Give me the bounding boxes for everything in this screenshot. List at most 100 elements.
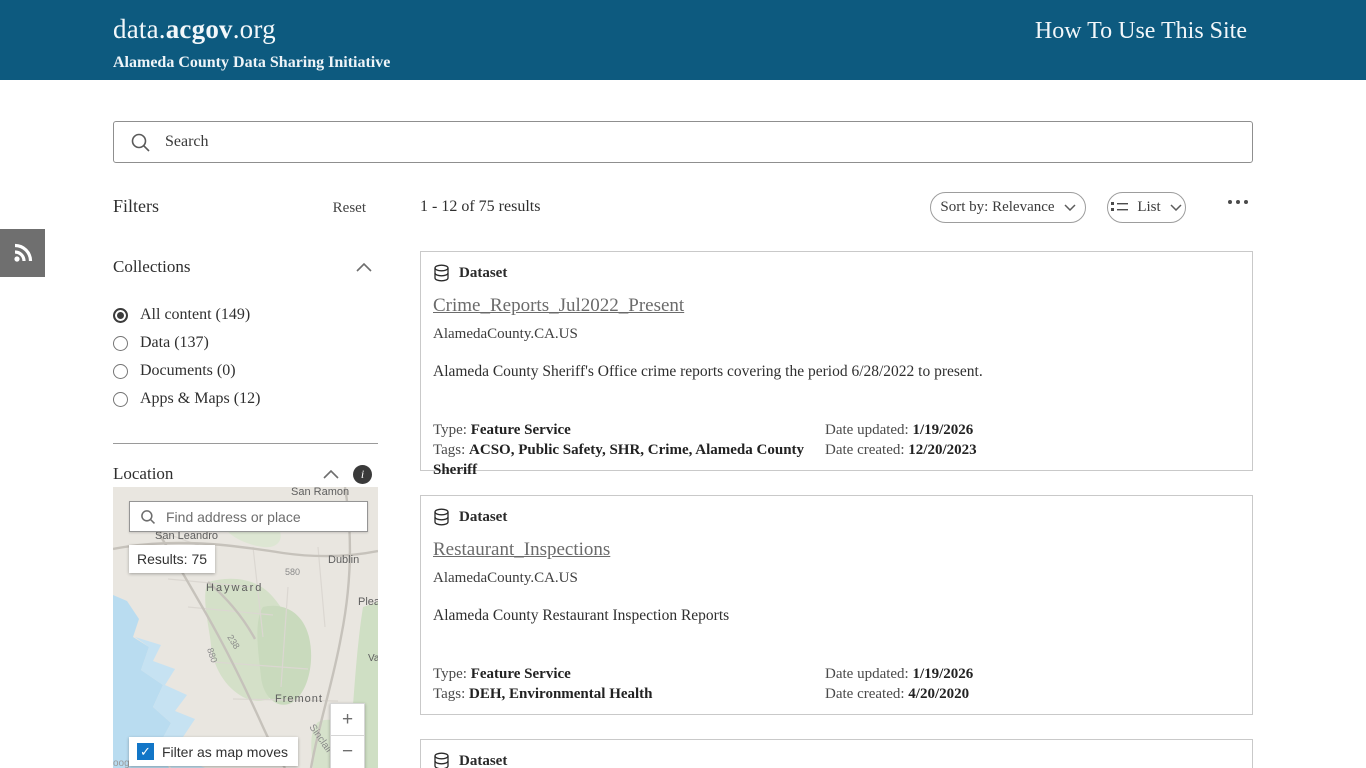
meta-created-key: Date created: [825, 442, 905, 458]
result-title-link[interactable]: Crime_Reports_Jul2022_Present [433, 295, 684, 317]
site-subtitle: Alameda County Data Sharing Initiative [113, 54, 390, 72]
map-label-pleasanton: Plea [358, 596, 378, 608]
radio-label: Data (137) [140, 334, 209, 352]
site-title-post: .org [233, 14, 276, 44]
reset-filters-link[interactable]: Reset [333, 200, 366, 217]
meta-updated-key: Date updated: [825, 666, 909, 682]
list-view-icon [1111, 201, 1128, 215]
map-label-san-ramon: San Ramon [291, 487, 349, 498]
search-bar [113, 121, 1253, 163]
result-title-link[interactable]: Restaurant_Inspections [433, 539, 610, 561]
result-card: Dataset Crime_Reports_Jul2022_Present Al… [420, 251, 1253, 471]
site-header: data.acgov.org Alameda County Data Shari… [0, 0, 1366, 80]
meta-created-key: Date created: [825, 686, 905, 702]
rss-button[interactable] [0, 229, 45, 277]
results-header: 1 - 12 of 75 results Sort by: Relevance … [420, 190, 1253, 224]
radio-label: All content (149) [140, 306, 250, 324]
map-results-count: Results: 75 [129, 545, 215, 573]
filters-title: Filters [113, 196, 159, 217]
filters-panel: Filters Reset Collections All content (1… [113, 196, 378, 484]
result-type-label: Dataset [459, 753, 507, 768]
result-meta: Type: Feature Service Tags: DEH, Environ… [433, 664, 1240, 704]
map-filter-label: Filter as map moves [162, 744, 288, 760]
radio-data[interactable]: Data (137) [113, 329, 378, 357]
result-meta: Type: Feature Service Tags: ACSO, Public… [433, 420, 1240, 460]
meta-updated-value: 1/19/2026 [912, 666, 973, 682]
result-type-label: Dataset [459, 265, 507, 282]
dataset-icon [433, 508, 450, 526]
map-find-box [129, 501, 368, 532]
map-filter-checkbox[interactable]: ✓ [137, 743, 154, 760]
radio-all-content[interactable]: All content (149) [113, 301, 378, 329]
results-list: Dataset Crime_Reports_Jul2022_Present Al… [420, 251, 1253, 768]
rss-icon [11, 241, 35, 265]
section-divider [113, 443, 378, 444]
collections-section-header[interactable]: Collections [113, 257, 378, 277]
radio-circle-icon [113, 336, 128, 351]
results-count: 1 - 12 of 75 results [420, 198, 540, 216]
meta-tags-value: DEH, Environmental Health [469, 686, 653, 702]
result-type-label: Dataset [459, 509, 507, 526]
meta-created-value: 12/20/2023 [908, 442, 976, 458]
radio-circle-icon [113, 308, 128, 323]
map-label-dublin: Dublin [328, 554, 359, 566]
chevron-up-icon [323, 470, 339, 479]
site-title-bold: acgov [166, 14, 233, 44]
search-icon [130, 132, 151, 153]
meta-type-value: Feature Service [471, 422, 571, 438]
more-options-icon[interactable] [1228, 200, 1248, 204]
dataset-icon [433, 264, 450, 282]
radio-label: Apps & Maps (12) [140, 390, 260, 408]
search-input[interactable] [165, 133, 1252, 151]
page: data.acgov.org Alameda County Data Shari… [0, 0, 1366, 768]
location-section-header[interactable]: Location i [113, 464, 378, 484]
radio-apps-maps[interactable]: Apps & Maps (12) [113, 385, 378, 413]
map-find-input[interactable] [166, 509, 367, 525]
meta-type-key: Type: [433, 666, 467, 682]
chevron-down-icon [1170, 204, 1182, 211]
result-card: Dataset Restaurant_Inspections AlamedaCo… [420, 495, 1253, 715]
collections-title: Collections [113, 257, 190, 277]
meta-tags-value: ACSO, Public Safety, SHR, Crime, Alameda… [433, 442, 804, 478]
sort-by-label: Sort by: Relevance [940, 199, 1054, 216]
site-title-pre: data. [113, 14, 166, 44]
chevron-down-icon [1064, 204, 1076, 211]
radio-label: Documents (0) [140, 362, 236, 380]
chevron-up-icon [356, 263, 372, 272]
map-zoom-controls: + − [330, 703, 365, 768]
result-owner: AlamedaCounty.CA.US [433, 326, 1240, 343]
meta-tags-key: Tags: [433, 442, 465, 458]
zoom-out-button[interactable]: − [330, 736, 365, 768]
meta-type-value: Feature Service [471, 666, 571, 682]
result-owner: AlamedaCounty.CA.US [433, 570, 1240, 587]
sort-by-dropdown[interactable]: Sort by: Relevance [930, 192, 1086, 223]
location-map[interactable]: San Ramon San Leandro Dublin Hayward Ple… [113, 487, 378, 768]
result-description: Alameda County Restaurant Inspection Rep… [433, 607, 1240, 625]
site-title[interactable]: data.acgov.org [113, 14, 276, 45]
meta-updated-value: 1/19/2026 [912, 422, 973, 438]
map-label-fremont: Fremont [275, 693, 323, 705]
map-label-va: Va [368, 653, 378, 664]
radio-circle-icon [113, 392, 128, 407]
meta-created-value: 4/20/2020 [908, 686, 969, 702]
result-card: Dataset [420, 739, 1253, 768]
map-attribution: oog [113, 758, 130, 768]
meta-type-key: Type: [433, 422, 467, 438]
result-description: Alameda County Sheriff's Office crime re… [433, 363, 1240, 381]
meta-updated-key: Date updated: [825, 422, 909, 438]
info-icon[interactable]: i [353, 465, 372, 484]
meta-tags-key: Tags: [433, 686, 465, 702]
collections-options: All content (149) Data (137) Documents (… [113, 301, 378, 413]
radio-documents[interactable]: Documents (0) [113, 357, 378, 385]
radio-circle-icon [113, 364, 128, 379]
search-icon [140, 509, 156, 525]
map-label-580: 580 [285, 567, 300, 577]
view-mode-label: List [1137, 199, 1160, 216]
zoom-in-button[interactable]: + [330, 703, 365, 736]
location-title: Location [113, 464, 173, 484]
filter-as-map-moves[interactable]: ✓ Filter as map moves [129, 737, 298, 766]
view-mode-dropdown[interactable]: List [1107, 192, 1186, 223]
how-to-use-link[interactable]: How To Use This Site [1035, 18, 1247, 45]
dataset-icon [433, 752, 450, 768]
map-label-hayward: Hayward [206, 582, 263, 594]
